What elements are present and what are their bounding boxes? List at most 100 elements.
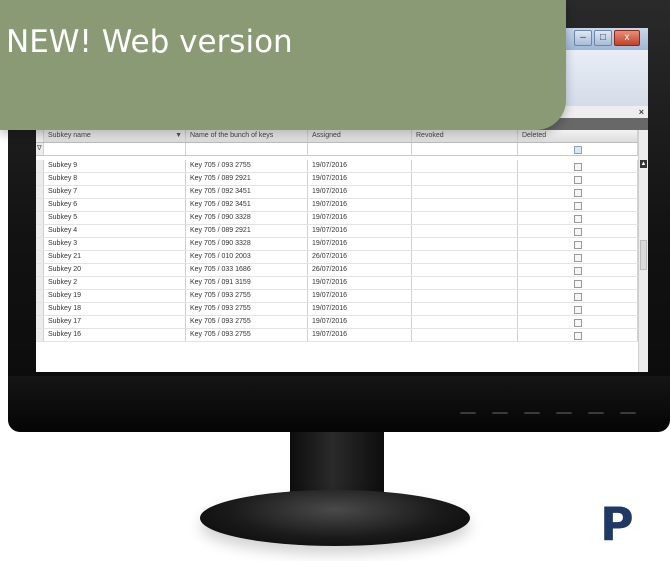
- cell-bunch-name[interactable]: Key 705 / 090 3328: [186, 212, 308, 224]
- table-row[interactable]: Subkey 5 Key 705 / 090 3328 19/07/2016: [36, 212, 638, 225]
- column-header-subkey-name[interactable]: Subkey name ▼: [44, 130, 186, 142]
- cell-subkey-name[interactable]: Subkey 3: [44, 238, 186, 250]
- cell-subkey-name[interactable]: Subkey 7: [44, 186, 186, 198]
- cell-revoked[interactable]: [412, 303, 518, 315]
- cell-assigned[interactable]: 19/07/2016: [308, 303, 412, 315]
- maximize-button[interactable]: □: [594, 30, 612, 46]
- column-header-revoked[interactable]: Revoked: [412, 130, 518, 142]
- cell-assigned[interactable]: 19/07/2016: [308, 277, 412, 289]
- cell-assigned[interactable]: 19/07/2016: [308, 160, 412, 172]
- cell-bunch-name[interactable]: Key 705 / 093 2755: [186, 160, 308, 172]
- cell-assigned[interactable]: 19/07/2016: [308, 329, 412, 341]
- cell-bunch-name[interactable]: Key 705 / 092 3451: [186, 199, 308, 211]
- cell-subkey-name[interactable]: Subkey 20: [44, 264, 186, 276]
- panel-close-icon[interactable]: ×: [639, 106, 644, 118]
- scroll-up-icon[interactable]: ▲: [640, 160, 647, 168]
- table-row[interactable]: Subkey 21 Key 705 / 010 2003 26/07/2016: [36, 251, 638, 264]
- cell-revoked[interactable]: [412, 277, 518, 289]
- filter-subkey-name[interactable]: [44, 143, 186, 155]
- cell-subkey-name[interactable]: Subkey 6: [44, 199, 186, 211]
- cell-subkey-name[interactable]: Subkey 19: [44, 290, 186, 302]
- cell-subkey-name[interactable]: Subkey 9: [44, 160, 186, 172]
- cell-assigned[interactable]: 19/07/2016: [308, 199, 412, 211]
- cell-bunch-name[interactable]: Key 705 / 093 2755: [186, 290, 308, 302]
- table-row[interactable]: Subkey 7 Key 705 / 092 3451 19/07/2016: [36, 186, 638, 199]
- cell-revoked[interactable]: [412, 329, 518, 341]
- deleted-checkbox[interactable]: [573, 280, 582, 288]
- cell-bunch-name[interactable]: Key 705 / 093 2755: [186, 329, 308, 341]
- cell-bunch-name[interactable]: Key 705 / 093 2755: [186, 316, 308, 328]
- deleted-checkbox[interactable]: [573, 189, 582, 197]
- deleted-checkbox[interactable]: [573, 202, 582, 210]
- cell-revoked[interactable]: [412, 173, 518, 185]
- cell-subkey-name[interactable]: Subkey 17: [44, 316, 186, 328]
- deleted-checkbox[interactable]: [573, 319, 582, 327]
- cell-bunch-name[interactable]: Key 705 / 092 3451: [186, 186, 308, 198]
- cell-subkey-name[interactable]: Subkey 4: [44, 225, 186, 237]
- column-header-bunch-name[interactable]: Name of the bunch of keys: [186, 130, 308, 142]
- deleted-checkbox[interactable]: [573, 332, 582, 340]
- table-row[interactable]: Subkey 17 Key 705 / 093 2755 19/07/2016: [36, 316, 638, 329]
- close-button[interactable]: x: [614, 30, 640, 46]
- table-row[interactable]: Subkey 9 Key 705 / 093 2755 19/07/2016: [36, 160, 638, 173]
- cell-revoked[interactable]: [412, 212, 518, 224]
- cell-revoked[interactable]: [412, 225, 518, 237]
- table-row[interactable]: Subkey 3 Key 705 / 090 3328 19/07/2016: [36, 238, 638, 251]
- table-row[interactable]: Subkey 18 Key 705 / 093 2755 19/07/2016: [36, 303, 638, 316]
- cell-revoked[interactable]: [412, 238, 518, 250]
- deleted-checkbox[interactable]: [573, 163, 582, 171]
- cell-revoked[interactable]: [412, 290, 518, 302]
- column-header-deleted[interactable]: Deleted: [518, 130, 638, 142]
- filter-deleted[interactable]: [518, 143, 638, 155]
- cell-subkey-name[interactable]: Subkey 16: [44, 329, 186, 341]
- cell-bunch-name[interactable]: Key 705 / 093 2755: [186, 303, 308, 315]
- cell-bunch-name[interactable]: Key 705 / 010 2003: [186, 251, 308, 263]
- table-row[interactable]: Subkey 8 Key 705 / 089 2921 19/07/2016: [36, 173, 638, 186]
- deleted-checkbox[interactable]: [573, 267, 582, 275]
- cell-revoked[interactable]: [412, 186, 518, 198]
- filter-dropdown-icon[interactable]: ▼: [175, 130, 182, 142]
- deleted-checkbox[interactable]: [573, 241, 582, 249]
- cell-bunch-name[interactable]: Key 705 / 089 2921: [186, 225, 308, 237]
- cell-assigned[interactable]: 19/07/2016: [308, 186, 412, 198]
- filter-assigned[interactable]: [308, 143, 412, 155]
- cell-subkey-name[interactable]: Subkey 5: [44, 212, 186, 224]
- table-row[interactable]: Subkey 4 Key 705 / 089 2921 19/07/2016: [36, 225, 638, 238]
- cell-bunch-name[interactable]: Key 705 / 033 1686: [186, 264, 308, 276]
- deleted-checkbox[interactable]: [573, 176, 582, 184]
- cell-revoked[interactable]: [412, 264, 518, 276]
- cell-revoked[interactable]: [412, 316, 518, 328]
- cell-assigned[interactable]: 19/07/2016: [308, 212, 412, 224]
- scroll-thumb[interactable]: [640, 240, 647, 270]
- vertical-scrollbar[interactable]: ▲: [638, 130, 648, 372]
- deleted-checkbox[interactable]: [573, 228, 582, 236]
- table-row[interactable]: Subkey 19 Key 705 / 093 2755 19/07/2016: [36, 290, 638, 303]
- cell-subkey-name[interactable]: Subkey 21: [44, 251, 186, 263]
- filter-revoked[interactable]: [412, 143, 518, 155]
- table-row[interactable]: Subkey 6 Key 705 / 092 3451 19/07/2016: [36, 199, 638, 212]
- cell-subkey-name[interactable]: Subkey 2: [44, 277, 186, 289]
- cell-bunch-name[interactable]: Key 705 / 089 2921: [186, 173, 308, 185]
- minimize-button[interactable]: –: [574, 30, 592, 46]
- deleted-checkbox[interactable]: [573, 306, 582, 314]
- deleted-checkbox[interactable]: [573, 293, 582, 301]
- cell-revoked[interactable]: [412, 160, 518, 172]
- cell-bunch-name[interactable]: Key 705 / 090 3328: [186, 238, 308, 250]
- cell-assigned[interactable]: 19/07/2016: [308, 173, 412, 185]
- cell-assigned[interactable]: 19/07/2016: [308, 238, 412, 250]
- cell-revoked[interactable]: [412, 251, 518, 263]
- cell-assigned[interactable]: 19/07/2016: [308, 290, 412, 302]
- deleted-checkbox[interactable]: [573, 254, 582, 262]
- table-row[interactable]: Subkey 20 Key 705 / 033 1686 26/07/2016: [36, 264, 638, 277]
- table-row[interactable]: Subkey 2 Key 705 / 091 3159 19/07/2016: [36, 277, 638, 290]
- cell-subkey-name[interactable]: Subkey 18: [44, 303, 186, 315]
- cell-subkey-name[interactable]: Subkey 8: [44, 173, 186, 185]
- deleted-checkbox[interactable]: [573, 215, 582, 223]
- cell-bunch-name[interactable]: Key 705 / 091 3159: [186, 277, 308, 289]
- table-row[interactable]: Subkey 16 Key 705 / 093 2755 19/07/2016: [36, 329, 638, 342]
- cell-assigned[interactable]: 26/07/2016: [308, 264, 412, 276]
- cell-assigned[interactable]: 19/07/2016: [308, 225, 412, 237]
- cell-assigned[interactable]: 26/07/2016: [308, 251, 412, 263]
- filter-bunch-name[interactable]: [186, 143, 308, 155]
- cell-assigned[interactable]: 19/07/2016: [308, 316, 412, 328]
